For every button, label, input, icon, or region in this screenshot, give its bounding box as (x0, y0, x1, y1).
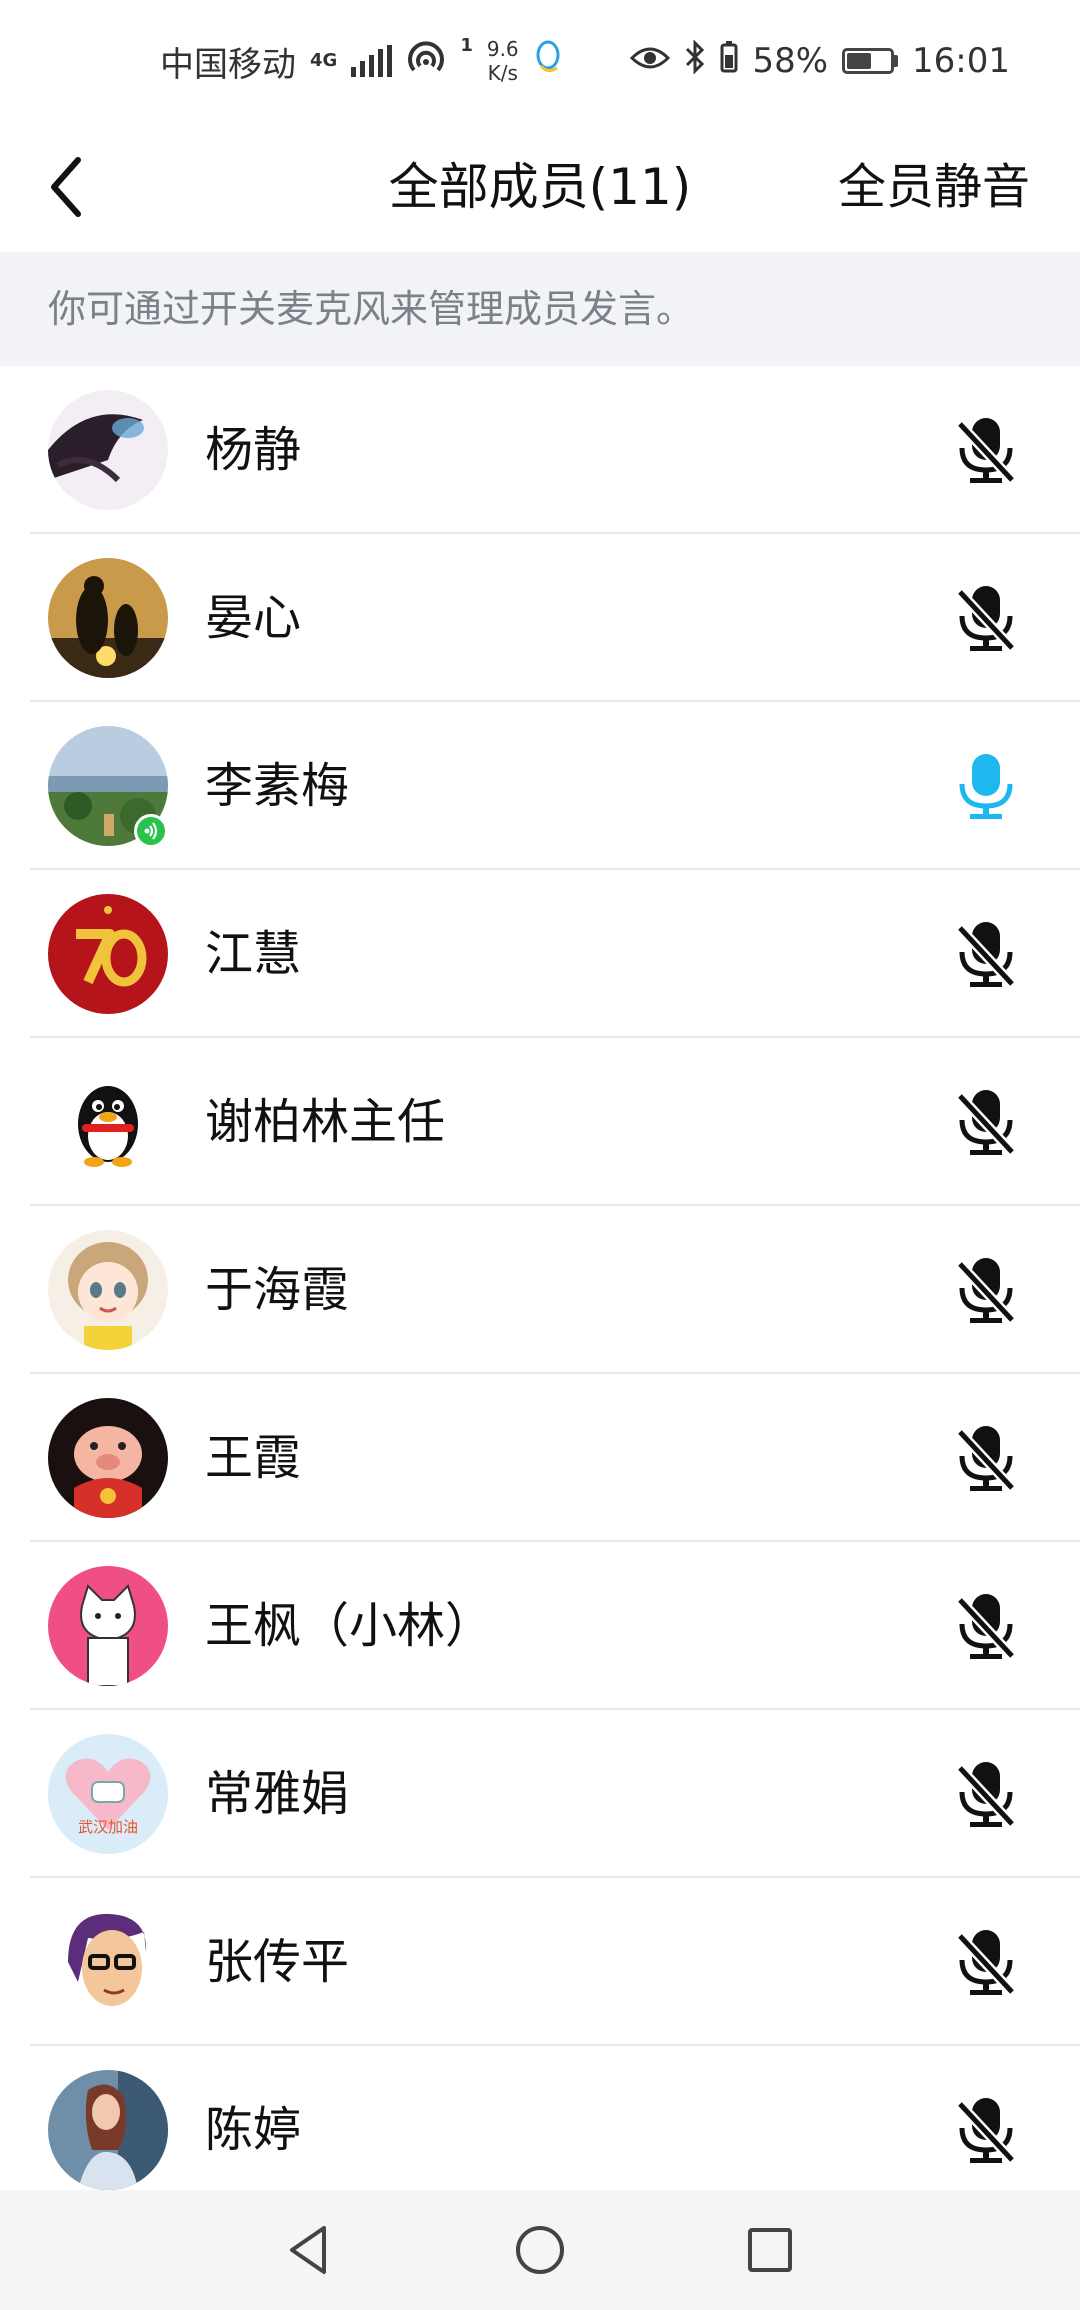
qq-notify-icon (533, 40, 563, 83)
painted-woman-avatar (48, 2070, 168, 2190)
status-bar: 中国移动 4G 1 9.6 K/s 58% 16:01 (0, 0, 1080, 122)
mic-off-icon (956, 2098, 1016, 2164)
signal-icon (351, 45, 393, 77)
mic-toggle[interactable] (950, 414, 1022, 486)
avatar[interactable] (48, 1566, 168, 1686)
chevron-left-icon (51, 157, 81, 217)
avatar[interactable] (48, 1398, 168, 1518)
member-row[interactable]: 陈婷 (0, 2046, 1080, 2214)
battery-icon (842, 48, 899, 74)
hint-text: 你可通过开关麦克风来管理成员发言。 (0, 252, 1080, 366)
back-button[interactable] (40, 152, 100, 222)
avatar[interactable] (48, 1062, 168, 1182)
mic-toggle[interactable] (950, 1590, 1022, 1662)
clock: 16:01 (912, 41, 1010, 81)
hotspot-icon (406, 40, 446, 83)
member-row[interactable]: 晏心 (0, 534, 1080, 702)
member-row[interactable]: 王枫（小林） (0, 1542, 1080, 1710)
hotspot-count: 1 (460, 34, 473, 56)
cartoon-pig-avatar (48, 1398, 168, 1518)
mic-toggle[interactable] (950, 918, 1022, 990)
member-row[interactable]: 谢柏林主任 (0, 1038, 1080, 1206)
mic-toggle[interactable] (950, 1086, 1022, 1158)
mic-toggle[interactable] (950, 1254, 1022, 1326)
avatar[interactable]: 武汉加油 (48, 1734, 168, 1854)
mic-toggle[interactable] (950, 582, 1022, 654)
carrier-label: 中国移动 (160, 44, 296, 85)
avatar[interactable] (48, 2070, 168, 2190)
avatar[interactable] (48, 894, 168, 1014)
network-type: 4G (310, 50, 338, 71)
mic-off-icon (956, 418, 1016, 484)
member-list: 杨静 晏心 李素梅 江慧 谢柏林主任 于海霞 王霞 王枫（小林） 武汉加油 常雅… (0, 366, 1080, 2214)
network-speed: 9.6 K/s (487, 37, 519, 85)
mic-off-icon (956, 1594, 1016, 1660)
member-row[interactable]: 武汉加油 常雅娟 (0, 1710, 1080, 1878)
anime-girl-avatar (48, 1230, 168, 1350)
speaking-icon (134, 814, 168, 848)
mic-off-icon (956, 1258, 1016, 1324)
title-bar: 全部成员(11) 全员静音 (0, 122, 1080, 252)
member-name: 晏心 (205, 590, 302, 646)
mic-off-icon (956, 922, 1016, 988)
eye-comfort-icon (630, 41, 671, 81)
avatar[interactable] (48, 390, 168, 510)
avatar-caption: 武汉加油 (78, 1818, 138, 1836)
avatar[interactable] (48, 1902, 168, 2022)
member-name: 王枫（小林） (205, 1598, 494, 1654)
mic-on-icon (959, 754, 1013, 819)
member-row[interactable]: 张传平 (0, 1878, 1080, 2046)
mic-off-icon (956, 1090, 1016, 1156)
glasses-man-avatar (48, 1902, 168, 2022)
member-name: 陈婷 (205, 2102, 302, 2158)
member-name: 张传平 (205, 1934, 350, 1990)
member-name: 杨静 (205, 422, 302, 478)
system-nav-bar (0, 2190, 1080, 2310)
triangle-back-icon (290, 2226, 326, 2274)
nav-back-button[interactable] (280, 2220, 340, 2280)
member-name: 王霞 (205, 1430, 302, 1486)
mic-off-icon (956, 1762, 1016, 1828)
qq-penguin-avatar (48, 1062, 168, 1182)
phone-battery-icon (720, 40, 738, 82)
battery-percent: 58% (752, 41, 829, 81)
member-name: 江慧 (205, 926, 302, 982)
avatar[interactable] (48, 558, 168, 678)
dark-swirl-avatar (48, 390, 168, 510)
member-name: 于海霞 (205, 1262, 350, 1318)
mic-off-icon (956, 1426, 1016, 1492)
status-left: 中国移动 4G 1 9.6 K/s (160, 34, 563, 86)
bluetooth-icon (684, 38, 706, 83)
member-row[interactable]: 李素梅 (0, 702, 1080, 870)
member-row[interactable]: 于海霞 (0, 1206, 1080, 1374)
white-cat-avatar (48, 1566, 168, 1686)
avatar[interactable] (48, 1230, 168, 1350)
mic-toggle[interactable] (950, 1422, 1022, 1494)
speed-value: 9.6 (486, 37, 519, 61)
red-70-avatar (48, 894, 168, 1014)
penguin-sunset-avatar (48, 558, 168, 678)
mic-off-icon (956, 586, 1016, 652)
member-row[interactable]: 杨静 (0, 366, 1080, 534)
speed-unit: K/s (487, 61, 518, 85)
nav-home-button[interactable] (510, 2220, 570, 2280)
member-name: 谢柏林主任 (205, 1094, 446, 1150)
square-recents-icon (748, 2228, 792, 2272)
mic-off-icon (956, 1930, 1016, 1996)
member-row[interactable]: 江慧 (0, 870, 1080, 1038)
wuhan-heart-avatar: 武汉加油 (48, 1734, 168, 1854)
mic-toggle[interactable] (950, 2094, 1022, 2166)
nav-recents-button[interactable] (740, 2220, 800, 2280)
mic-toggle[interactable] (950, 1926, 1022, 1998)
mic-toggle[interactable] (950, 750, 1022, 822)
mute-all-button[interactable]: 全员静音 (838, 122, 1030, 252)
status-right: 58% 16:01 (630, 38, 1010, 83)
member-name: 李素梅 (205, 758, 350, 814)
member-row[interactable]: 王霞 (0, 1374, 1080, 1542)
circle-home-icon (516, 2226, 564, 2274)
member-name: 常雅娟 (205, 1766, 350, 1822)
mic-toggle[interactable] (950, 1758, 1022, 1830)
